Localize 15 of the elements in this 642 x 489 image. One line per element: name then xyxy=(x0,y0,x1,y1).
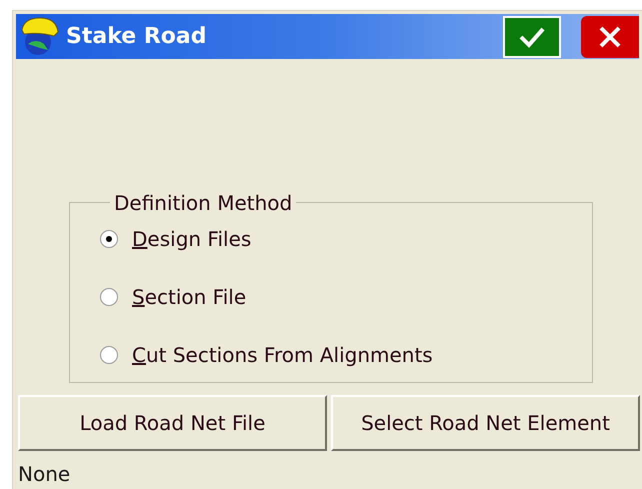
radio-button[interactable] xyxy=(100,288,118,306)
radio-button[interactable] xyxy=(100,346,118,364)
radio-option[interactable]: Section File xyxy=(100,282,562,312)
close-icon xyxy=(598,24,622,49)
check-icon xyxy=(519,26,545,48)
group-title: Definition Method xyxy=(113,190,294,217)
ok-button[interactable] xyxy=(503,16,561,58)
close-button[interactable] xyxy=(581,16,639,58)
radio-option[interactable]: Cut Sections From Alignments xyxy=(100,340,562,370)
radio-button[interactable] xyxy=(100,230,118,248)
action-button[interactable]: Select Road Net Element xyxy=(331,395,640,451)
radio-option[interactable]: Design Files xyxy=(100,224,562,254)
action-button[interactable]: Load Road Net File xyxy=(18,395,327,451)
window-title: Stake Road xyxy=(66,23,206,52)
status-text: None xyxy=(18,461,72,488)
